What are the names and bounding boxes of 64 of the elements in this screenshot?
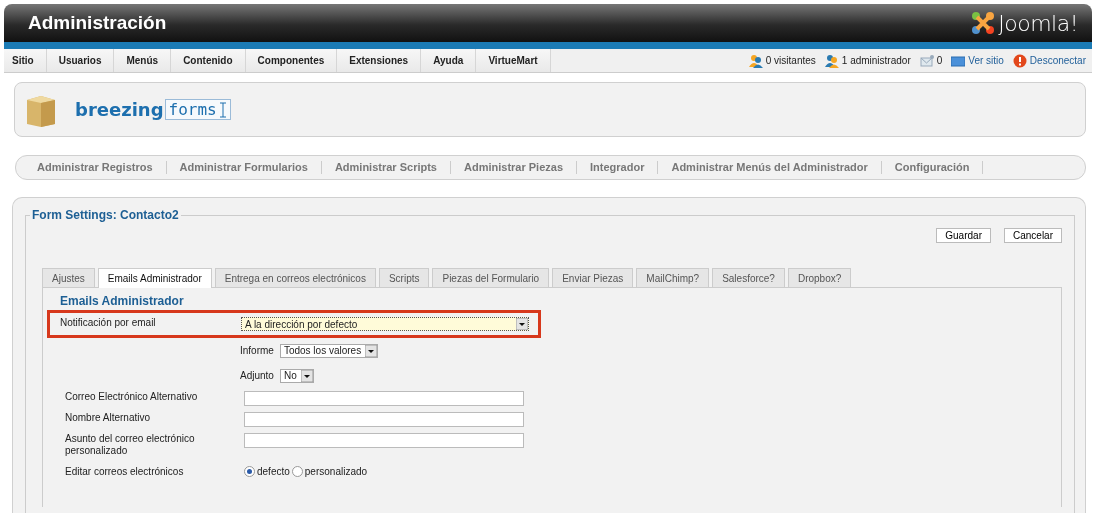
nav-link[interactable]: Administrar Piezas bbox=[451, 161, 578, 174]
input-field[interactable] bbox=[244, 391, 524, 406]
action-button[interactable]: Cancelar bbox=[1003, 228, 1062, 243]
field-label: Notificación por email bbox=[60, 317, 157, 329]
menu-item[interactable]: Menús bbox=[114, 49, 172, 72]
radio-button[interactable] bbox=[291, 466, 303, 477]
radio-label: defecto bbox=[257, 466, 290, 477]
nav-link[interactable]: Integrador bbox=[577, 161, 659, 174]
brand-name: forms bbox=[164, 99, 231, 120]
brand-name: breezing bbox=[75, 99, 164, 120]
caret-icon bbox=[516, 318, 528, 330]
action-button[interactable]: Guardar bbox=[936, 228, 991, 243]
flower-logo-icon bbox=[970, 10, 997, 36]
status-link[interactable]: Ver sitio bbox=[968, 55, 1004, 66]
menu-item[interactable]: Ayuda bbox=[421, 49, 477, 72]
nav-link[interactable]: Administrar Registros bbox=[24, 161, 167, 174]
page-title: Administración bbox=[28, 12, 167, 34]
menu-item[interactable]: Usuarios bbox=[46, 49, 115, 72]
tab[interactable]: Dropbox? bbox=[787, 268, 852, 287]
tab[interactable]: Piezas del Formulario bbox=[432, 268, 550, 287]
tab[interactable]: Entrega en correos electrónicos bbox=[214, 268, 376, 287]
logout-icon bbox=[1012, 53, 1027, 68]
monitor-icon bbox=[951, 53, 966, 68]
field-label: Adjunto bbox=[240, 370, 274, 381]
tab[interactable]: MailChimp? bbox=[636, 268, 710, 287]
status-link[interactable]: Desconectar bbox=[1029, 55, 1086, 66]
menu-item[interactable]: Sitio bbox=[4, 49, 47, 72]
logo-text: Joomla! bbox=[998, 10, 1078, 36]
dropdown[interactable]: Todos los valores bbox=[279, 343, 379, 358]
field-label: Correo Electrónico Alternativo bbox=[65, 391, 199, 403]
menu-item[interactable]: Componentes bbox=[245, 49, 338, 72]
people-icon bbox=[824, 53, 839, 68]
field-label: Nombre Alternativo bbox=[65, 412, 152, 424]
dropdown[interactable]: No bbox=[279, 368, 314, 383]
nav-link[interactable]: Configuración bbox=[881, 161, 984, 174]
status-text: 0 bbox=[936, 55, 943, 66]
status-text: 1 administrador bbox=[841, 55, 911, 66]
tab[interactable]: Salesforce? bbox=[712, 268, 785, 287]
section-title: Emails Administrador bbox=[60, 294, 185, 308]
input-field[interactable] bbox=[244, 433, 524, 448]
dropdown[interactable]: A la dirección por defecto bbox=[241, 317, 529, 331]
tab[interactable]: Emails Administrador bbox=[97, 268, 212, 288]
text-cursor-icon bbox=[218, 101, 227, 118]
field-label: Asunto del correo electrónico personalizado bbox=[65, 433, 196, 457]
menu-item[interactable]: Extensiones bbox=[337, 49, 422, 72]
people-icon bbox=[748, 53, 763, 68]
nav-link[interactable]: Administrar Menús del Administrador bbox=[658, 161, 882, 174]
radio-button[interactable] bbox=[244, 466, 255, 477]
tab[interactable]: Enviar Piezas bbox=[552, 268, 634, 287]
menu-item[interactable]: VirtueMart bbox=[476, 49, 551, 72]
caret-icon bbox=[300, 369, 313, 382]
radio-label: personalizado bbox=[304, 466, 368, 477]
nav-link[interactable]: Administrar Formularios bbox=[166, 161, 322, 174]
field-label: Editar correos electrónicos bbox=[65, 466, 185, 478]
envelope-icon bbox=[919, 53, 934, 68]
tab[interactable]: Scripts bbox=[378, 268, 430, 287]
caret-icon bbox=[365, 344, 378, 357]
field-label: Informe bbox=[240, 345, 274, 356]
tab[interactable]: Ajustes bbox=[42, 268, 95, 287]
input-field[interactable] bbox=[244, 412, 524, 427]
form-settings-title: Form Settings: Contacto2 bbox=[31, 208, 180, 222]
menu-item[interactable]: Contenido bbox=[171, 49, 246, 72]
nav-link[interactable]: Administrar Scripts bbox=[321, 161, 451, 174]
status-text: 0 visitantes bbox=[765, 55, 816, 66]
